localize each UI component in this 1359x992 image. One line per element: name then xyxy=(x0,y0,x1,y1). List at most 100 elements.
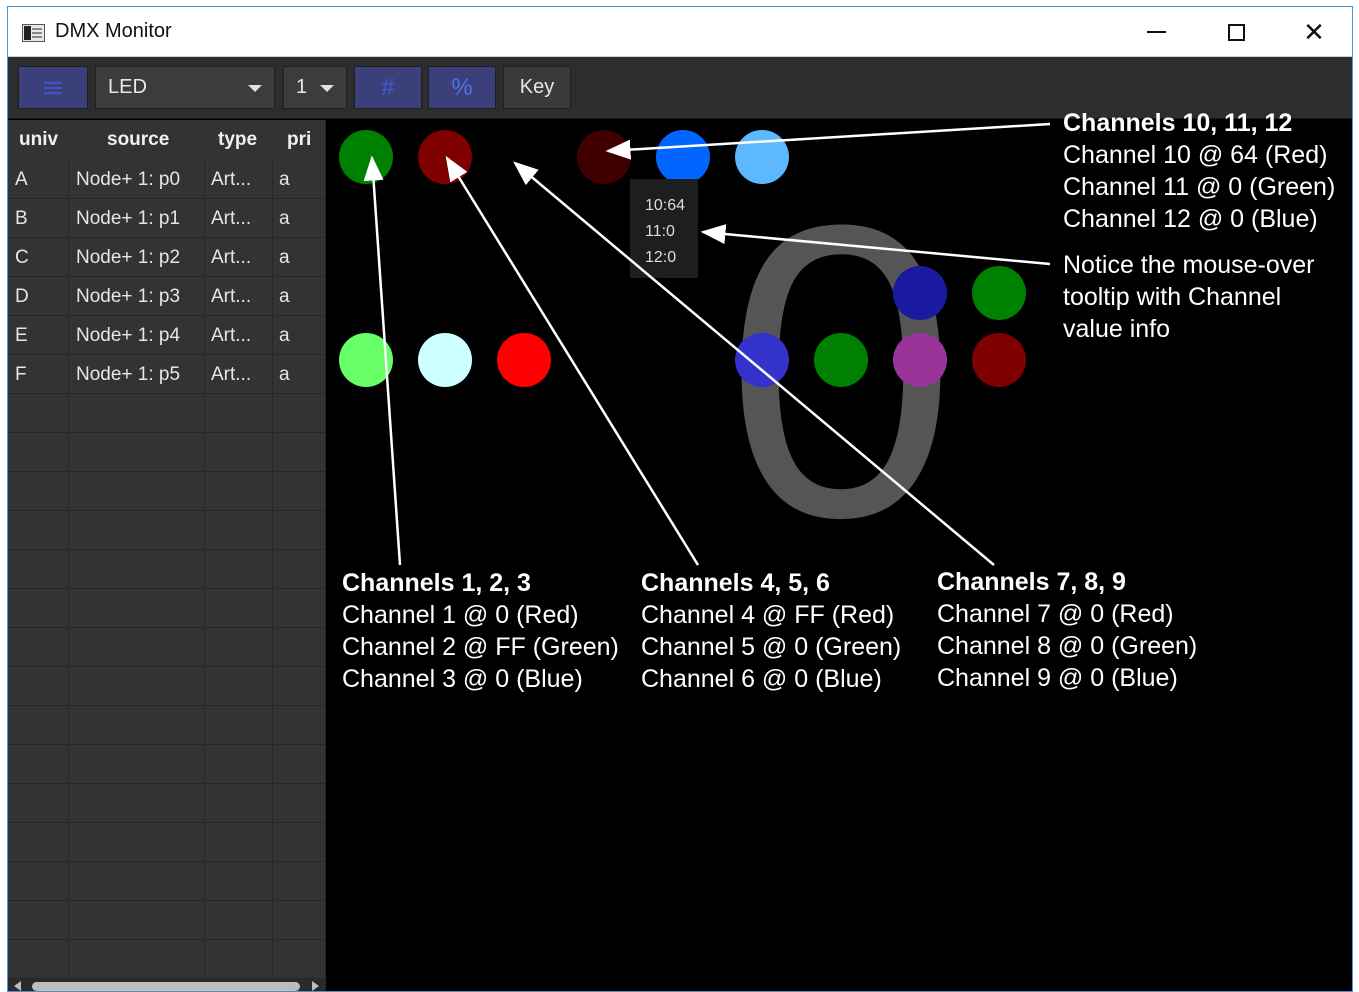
empty-cell xyxy=(69,823,205,861)
maximize-button[interactable] xyxy=(1196,7,1276,57)
light-ch25-27[interactable] xyxy=(972,266,1026,320)
hash-icon: # xyxy=(381,73,395,101)
empty-cell xyxy=(69,511,205,549)
table-row-empty xyxy=(8,589,325,628)
empty-cell xyxy=(273,901,325,939)
close-button[interactable]: ✕ xyxy=(1274,7,1352,57)
empty-cell xyxy=(273,784,325,822)
column-header-type[interactable]: type xyxy=(205,120,273,160)
empty-cell xyxy=(8,589,69,627)
empty-cell xyxy=(205,745,273,783)
annotation-ch7-9: Channels 7, 8, 9 Channel 7 @ 0 (Red) Cha… xyxy=(937,566,1197,694)
fixture-type-value: LED xyxy=(108,76,147,98)
annotation-line: Channel 2 @ FF (Green) xyxy=(342,633,619,661)
empty-cell xyxy=(69,667,205,705)
table-row[interactable]: A Node+ 1: p0 Art... a xyxy=(8,160,325,199)
table-row-empty xyxy=(8,862,325,901)
cell-univ: B xyxy=(8,199,69,237)
annotation-line: Channel 6 @ 0 (Blue) xyxy=(641,665,882,693)
hamburger-icon xyxy=(44,81,62,84)
light-row2-1[interactable] xyxy=(339,333,393,387)
empty-cell xyxy=(205,940,273,978)
empty-cell xyxy=(69,472,205,510)
table-row-empty xyxy=(8,940,325,979)
empty-cell xyxy=(69,433,205,471)
annotation-heading: Channels 7, 8, 9 xyxy=(937,568,1126,596)
cell-type: Art... xyxy=(205,316,273,354)
empty-cell xyxy=(8,550,69,588)
table-row[interactable]: D Node+ 1: p3 Art... a xyxy=(8,277,325,316)
column-header-source[interactable]: source xyxy=(69,120,205,160)
empty-cell xyxy=(8,901,69,939)
light-row2-9[interactable] xyxy=(972,333,1026,387)
key-button[interactable]: Key xyxy=(503,66,571,109)
cell-source: Node+ 1: p4 xyxy=(69,316,205,354)
light-ch16-18[interactable] xyxy=(735,130,789,184)
cell-pri: a xyxy=(279,208,290,229)
annotation-heading: Channels 10, 11, 12 xyxy=(1063,109,1293,137)
scroll-left-icon[interactable] xyxy=(14,981,21,991)
light-ch10-12[interactable] xyxy=(577,130,631,184)
fixture-type-select[interactable]: LED xyxy=(95,66,275,109)
annotation-ch1-3: Channels 1, 2, 3 Channel 1 @ 0 (Red) Cha… xyxy=(342,567,619,695)
table-row-empty xyxy=(8,823,325,862)
table-row-empty xyxy=(8,550,325,589)
empty-cell xyxy=(273,433,325,471)
table-row[interactable]: C Node+ 1: p2 Art... a xyxy=(8,238,325,277)
empty-cell xyxy=(69,550,205,588)
hash-mode-button[interactable]: # xyxy=(354,66,422,109)
table-row[interactable]: F Node+ 1: p5 Art... a xyxy=(8,355,325,394)
column-header-pri[interactable]: pri xyxy=(273,120,325,160)
empty-cell xyxy=(8,862,69,900)
annotation-ch10-12: Channels 10, 11, 12 Channel 10 @ 64 (Red… xyxy=(1063,107,1335,235)
empty-cell xyxy=(273,472,325,510)
light-ch22-24[interactable] xyxy=(893,266,947,320)
empty-cell xyxy=(205,550,273,588)
light-row2-7[interactable] xyxy=(814,333,868,387)
light-ch1-3[interactable] xyxy=(339,130,393,184)
empty-cell xyxy=(205,628,273,666)
table-row[interactable]: B Node+ 1: p1 Art... a xyxy=(8,199,325,238)
empty-cell xyxy=(205,823,273,861)
empty-cell xyxy=(205,589,273,627)
empty-cell xyxy=(205,394,273,432)
table-row-empty xyxy=(8,394,325,433)
empty-cell xyxy=(205,667,273,705)
light-ch4-6[interactable] xyxy=(418,130,472,184)
annotation-line: Channel 8 @ 0 (Green) xyxy=(937,632,1198,660)
empty-cell xyxy=(8,628,69,666)
scrollbar-thumb[interactable] xyxy=(32,982,300,991)
empty-cell xyxy=(69,745,205,783)
table-header: univ source type pri xyxy=(8,120,325,160)
empty-cell xyxy=(8,472,69,510)
percent-mode-button[interactable]: % xyxy=(428,66,496,109)
scroll-right-icon[interactable] xyxy=(312,981,319,991)
minimize-button[interactable] xyxy=(1116,7,1196,57)
horizontal-scrollbar[interactable] xyxy=(8,979,325,991)
annotation-line: Channel 4 @ FF (Red) xyxy=(641,601,895,629)
empty-cell xyxy=(8,667,69,705)
tooltip-line: 10:64 xyxy=(645,197,686,214)
annotation-line: Channel 5 @ 0 (Green) xyxy=(641,633,902,661)
light-row2-8[interactable] xyxy=(893,333,947,387)
light-ch13-15[interactable] xyxy=(656,130,710,184)
empty-cell xyxy=(8,940,69,978)
annotation-ch4-6: Channels 4, 5, 6 Channel 4 @ FF (Red) Ch… xyxy=(641,567,901,695)
channel-tooltip: 10:64 11:0 12:0 xyxy=(630,179,698,278)
annotation-line: tooltip with Channel xyxy=(1063,283,1282,311)
empty-cell xyxy=(273,589,325,627)
universe-select[interactable]: 1 xyxy=(283,66,347,109)
empty-cell xyxy=(273,511,325,549)
menu-button[interactable] xyxy=(18,66,88,109)
cell-source: Node+ 1: p0 xyxy=(69,160,205,198)
minimize-icon xyxy=(1146,31,1166,33)
table-row[interactable]: E Node+ 1: p4 Art... a xyxy=(8,316,325,355)
cell-type: Art... xyxy=(205,277,273,315)
annotation-line: Notice the mouse-over xyxy=(1063,251,1315,279)
cell-univ: E xyxy=(8,316,69,354)
light-row2-6[interactable] xyxy=(735,333,789,387)
column-header-univ[interactable]: univ xyxy=(8,120,69,160)
cell-univ: F xyxy=(8,355,69,393)
light-row2-2[interactable] xyxy=(418,333,472,387)
light-row2-3[interactable] xyxy=(497,333,551,387)
